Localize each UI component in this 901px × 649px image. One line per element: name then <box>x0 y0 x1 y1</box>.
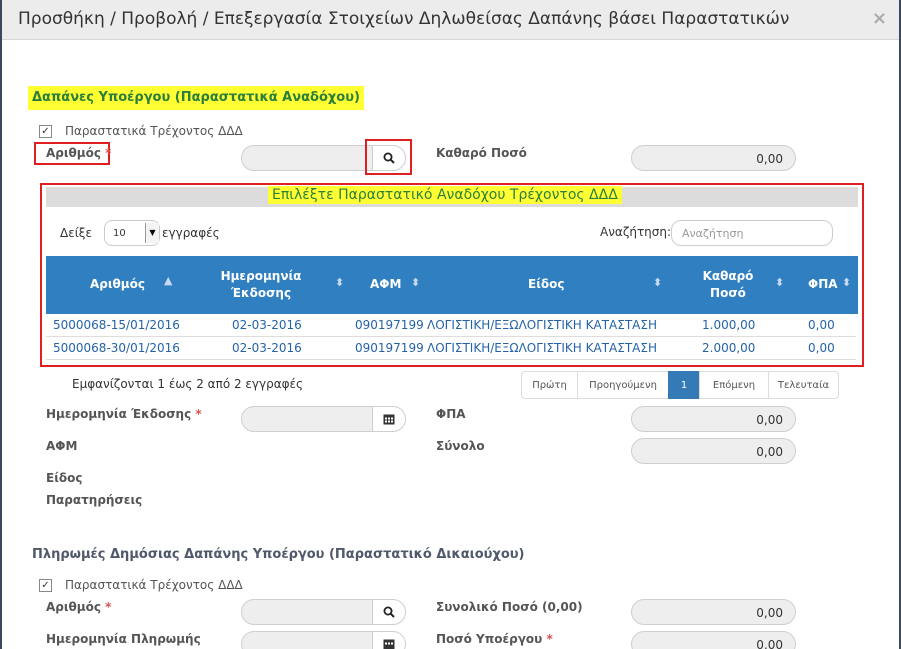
cell-afm: 090197199 <box>355 341 424 355</box>
cell-date: 02-03-2016 <box>232 341 302 355</box>
pager-first[interactable]: Πρώτη <box>521 371 578 399</box>
cell-number: 5000068-15/01/2016 <box>53 318 180 332</box>
col-vat[interactable]: ΦΠΑ <box>808 277 838 291</box>
payment-date-input[interactable] <box>241 631 373 649</box>
table-search-input[interactable]: Αναζήτηση <box>671 220 833 246</box>
sort-icon: ⬍ <box>842 276 852 289</box>
cell-afm: 090197199 <box>355 318 424 332</box>
picker-title: Επιλέξτε Παραστατικό Αναδόχου Τρέχοντος … <box>268 186 622 204</box>
sort-icon: ⬍ <box>653 276 663 289</box>
col-number[interactable]: Αριθμός <box>90 277 145 291</box>
total-amount-label: Συνολικό Ποσό (0,00) <box>436 600 583 614</box>
pager-previous[interactable]: Προηγούμενη <box>577 371 669 399</box>
cell-type: ΛΟΓΙΣΤΙΚΗ/ΕΞΩΛΟΓΙΣΤΙΚΗ ΚΑΤΑΣΤΑΣΗ <box>427 341 657 355</box>
chevron-down-icon: ▼ <box>145 223 159 243</box>
table-body: 5000068-15/01/2016 02-03-2016 090197199 … <box>46 314 858 364</box>
total-input[interactable]: 0,00 <box>631 438 796 464</box>
current-ddd-checkbox-2-label: Παραστατικά Τρέχοντος ΔΔΔ <box>65 578 243 592</box>
modal-header: Προσθήκη / Προβολή / Επεξεργασία Στοιχεί… <box>2 0 899 40</box>
search-icon <box>383 606 395 618</box>
issue-date-input[interactable] <box>241 406 373 432</box>
type-label: Είδος <box>46 471 83 485</box>
issue-date-label: Ημερομηνία Έκδοσης * <box>46 407 202 421</box>
vat-input[interactable]: 0,00 <box>631 406 796 432</box>
current-ddd-checkbox[interactable]: ✓ <box>39 125 52 138</box>
cell-date: 02-03-2016 <box>232 318 302 332</box>
table-row[interactable]: 5000068-15/01/2016 02-03-2016 090197199 … <box>46 314 856 337</box>
cell-type: ΛΟΓΙΣΤΙΚΗ/ΕΞΩΛΟΓΙΣΤΙΚΗ ΚΑΤΑΣΤΑΣΗ <box>427 318 657 332</box>
cell-net: 2.000,00 <box>702 341 756 355</box>
number-input[interactable] <box>241 145 373 171</box>
total-amount-input[interactable]: 0,00 <box>631 599 796 625</box>
cell-vat: 0,00 <box>808 318 835 332</box>
page-length-select[interactable]: 10 ▼ <box>104 220 160 246</box>
col-issue-date[interactable]: Ημερομηνία Έκδοσης <box>211 268 311 302</box>
calendar-icon <box>383 639 395 649</box>
page-length-value: 10 <box>113 228 126 239</box>
show-label: Δείξε <box>60 226 92 240</box>
table-info: Εμφανίζονται 1 έως 2 από 2 εγγραφές <box>72 377 304 391</box>
table-row[interactable]: 5000068-30/01/2016 02-03-2016 090197199 … <box>46 337 856 360</box>
sort-icon: ⬍ <box>335 276 345 289</box>
close-icon[interactable]: × <box>872 8 887 29</box>
number-label: Αριθμός * <box>46 146 112 160</box>
search-icon <box>383 152 395 164</box>
afm-label: ΑΦΜ <box>46 439 78 453</box>
number-input-2[interactable] <box>241 599 373 625</box>
vat-label: ΦΠΑ <box>436 407 466 421</box>
net-amount-input[interactable]: 0,00 <box>631 145 796 171</box>
pager-page-1[interactable]: 1 <box>668 371 700 399</box>
search-label: Αναζήτηση: <box>600 225 672 239</box>
pager-next[interactable]: Επόμενη <box>699 371 769 399</box>
current-ddd-checkbox-label: Παραστατικά Τρέχοντος ΔΔΔ <box>65 124 243 138</box>
col-afm[interactable]: ΑΦΜ <box>370 277 401 291</box>
modal-title: Προσθήκη / Προβολή / Επεξεργασία Στοιχεί… <box>18 9 790 29</box>
col-type[interactable]: Είδος <box>528 277 564 291</box>
sort-icon: ⬍ <box>411 276 421 289</box>
contractor-document-picker: Επιλέξτε Παραστατικό Αναδόχου Τρέχοντος … <box>40 183 864 367</box>
sort-icon: ⬍ <box>775 276 785 289</box>
subproject-amount-label: Ποσό Υποέργου * <box>436 632 553 646</box>
expense-modal: Προσθήκη / Προβολή / Επεξεργασία Στοιχεί… <box>2 0 899 649</box>
notes-label: Παρατηρήσεις <box>46 493 143 507</box>
table-header: Αριθμός ▲ Ημερομηνία Έκδοσης ⬍ ΑΦΜ ⬍ Είδ… <box>46 256 858 314</box>
number-search-button-2[interactable] <box>372 599 406 625</box>
records-label: εγγραφές <box>162 226 220 240</box>
cell-net: 1.000,00 <box>702 318 756 332</box>
section-title-beneficiary: Πληρωμές Δημόσιας Δαπάνης Υποέργου (Παρα… <box>32 547 525 562</box>
col-net-amount[interactable]: Καθαρό Ποσό <box>698 268 758 302</box>
total-label: Σύνολο <box>436 439 485 453</box>
number-search-button[interactable] <box>372 145 406 171</box>
sort-asc-icon: ▲ <box>164 274 173 287</box>
cell-number: 5000068-30/01/2016 <box>53 341 180 355</box>
calendar-icon <box>383 414 395 425</box>
net-amount-label: Καθαρό Ποσό <box>436 146 527 160</box>
payment-date-calendar-button[interactable] <box>372 631 406 649</box>
payment-date-label: Ημερομηνία Πληρωμής <box>46 632 201 646</box>
cell-vat: 0,00 <box>808 341 835 355</box>
current-ddd-checkbox-2[interactable]: ✓ <box>39 579 52 592</box>
section-title-contractor: Δαπάνες Υπoέργου (Παραστατικά Αναδόχου) <box>28 86 364 110</box>
number-label-2: Αριθμός * <box>46 600 112 614</box>
pager-last[interactable]: Τελευταία <box>768 371 839 399</box>
subproject-amount-input[interactable]: 0,00 <box>631 631 796 649</box>
issue-date-calendar-button[interactable] <box>372 406 406 432</box>
